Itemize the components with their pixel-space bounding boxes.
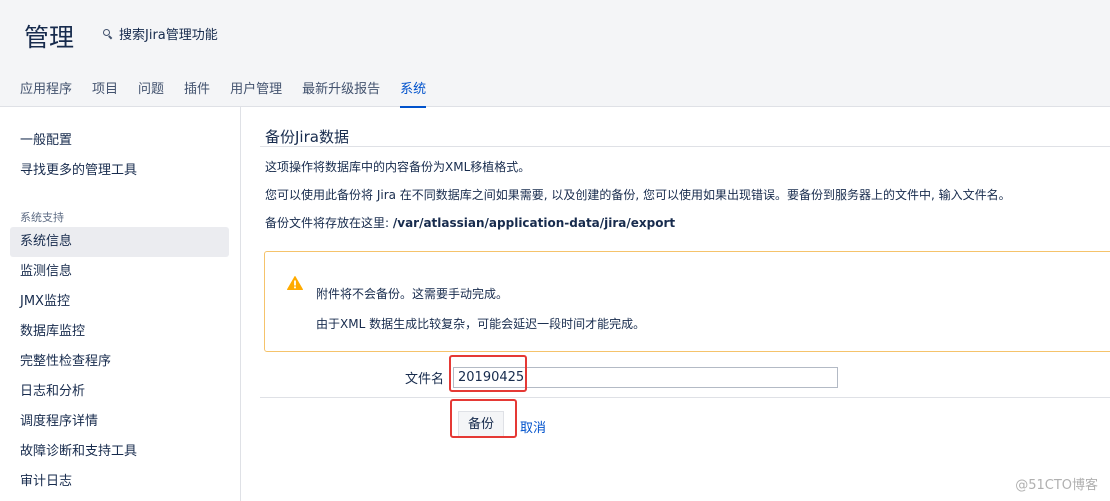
tab-latest-upgrade-report[interactable]: 最新升级报告 bbox=[302, 78, 380, 108]
sidebar-item-scheduler-details[interactable]: 调度程序详情 bbox=[10, 407, 229, 437]
sidebar-item-integrity-checker[interactable]: 完整性检查程序 bbox=[10, 347, 229, 377]
tab-system[interactable]: 系统 bbox=[400, 78, 427, 108]
page-title: 管理 bbox=[24, 23, 75, 52]
sidebar-item-instrumentation[interactable]: 监测信息 bbox=[10, 257, 229, 287]
search-icon bbox=[103, 29, 112, 38]
cancel-link[interactable]: 取消 bbox=[520, 417, 546, 436]
sidebar-item-find-more-admin-tools[interactable]: 寻找更多的管理工具 bbox=[10, 156, 229, 186]
sidebar-item-database-monitoring[interactable]: 数据库监控 bbox=[10, 317, 229, 347]
backup-path: /var/atlassian/application-data/jira/exp… bbox=[392, 216, 676, 230]
admin-tabs: 应用程序 项目 问题 插件 用户管理 最新升级报告 系统 bbox=[20, 78, 446, 108]
tab-projects[interactable]: 项目 bbox=[92, 78, 118, 108]
title-divider bbox=[260, 146, 1110, 147]
sidebar-item-logging-profiling[interactable]: 日志和分析 bbox=[10, 377, 229, 407]
tab-addons[interactable]: 插件 bbox=[184, 78, 210, 108]
description-usage: 您可以使用此备份将 Jira 在不同数据库之间如果需要, 以及创建的备份, 您可… bbox=[265, 188, 1011, 202]
sidebar: 一般配置 寻找更多的管理工具 系统支持 系统信息 监测信息 JMX监控 数据库监… bbox=[0, 107, 241, 501]
sidebar-item-audit-log[interactable]: 审计日志 bbox=[10, 467, 229, 497]
section-title: 备份Jira数据 bbox=[265, 128, 349, 146]
search-label[interactable]: 搜索Jira管理功能 bbox=[119, 24, 218, 43]
tab-applications[interactable]: 应用程序 bbox=[20, 78, 72, 108]
warning-attachments: 附件将不会备份。这需要手动完成。 bbox=[316, 287, 509, 301]
sidebar-item-troubleshooting[interactable]: 故障诊断和支持工具 bbox=[10, 437, 229, 467]
admin-header: 管理 搜索Jira管理功能 应用程序 项目 问题 插件 用户管理 最新升级报告 … bbox=[0, 0, 1110, 108]
tab-user-management[interactable]: 用户管理 bbox=[230, 78, 282, 108]
backup-path-label: 备份文件将存放在这里: bbox=[265, 216, 393, 230]
warning-message: 附件将不会备份。这需要手动完成。 由于XML 数据生成比较复杂，可能会延迟一段时… bbox=[264, 251, 1110, 352]
warning-icon bbox=[287, 276, 303, 290]
admin-search[interactable]: 搜索Jira管理功能 bbox=[103, 24, 218, 43]
highlight-filename bbox=[449, 355, 527, 392]
sidebar-section-heading: 系统支持 bbox=[20, 211, 64, 224]
sidebar-item-jmx-monitoring[interactable]: JMX监控 bbox=[10, 287, 229, 317]
sidebar-item-system-info[interactable]: 系统信息 bbox=[10, 227, 229, 257]
sidebar-item-general-config[interactable]: 一般配置 bbox=[10, 126, 229, 156]
watermark: @51CTO博客 bbox=[1015, 478, 1098, 493]
highlight-backup-button bbox=[450, 399, 517, 438]
description-format: 这项操作将数据库中的内容备份为XML移植格式。 bbox=[265, 160, 531, 174]
tab-issues[interactable]: 问题 bbox=[138, 78, 164, 108]
filename-label: 文件名 bbox=[405, 372, 445, 387]
backup-path-line: 备份文件将存放在这里: /var/atlassian/application-d… bbox=[265, 214, 675, 231]
warning-delay: 由于XML 数据生成比较复杂，可能会延迟一段时间才能完成。 bbox=[316, 317, 646, 331]
form-divider bbox=[260, 397, 1110, 398]
